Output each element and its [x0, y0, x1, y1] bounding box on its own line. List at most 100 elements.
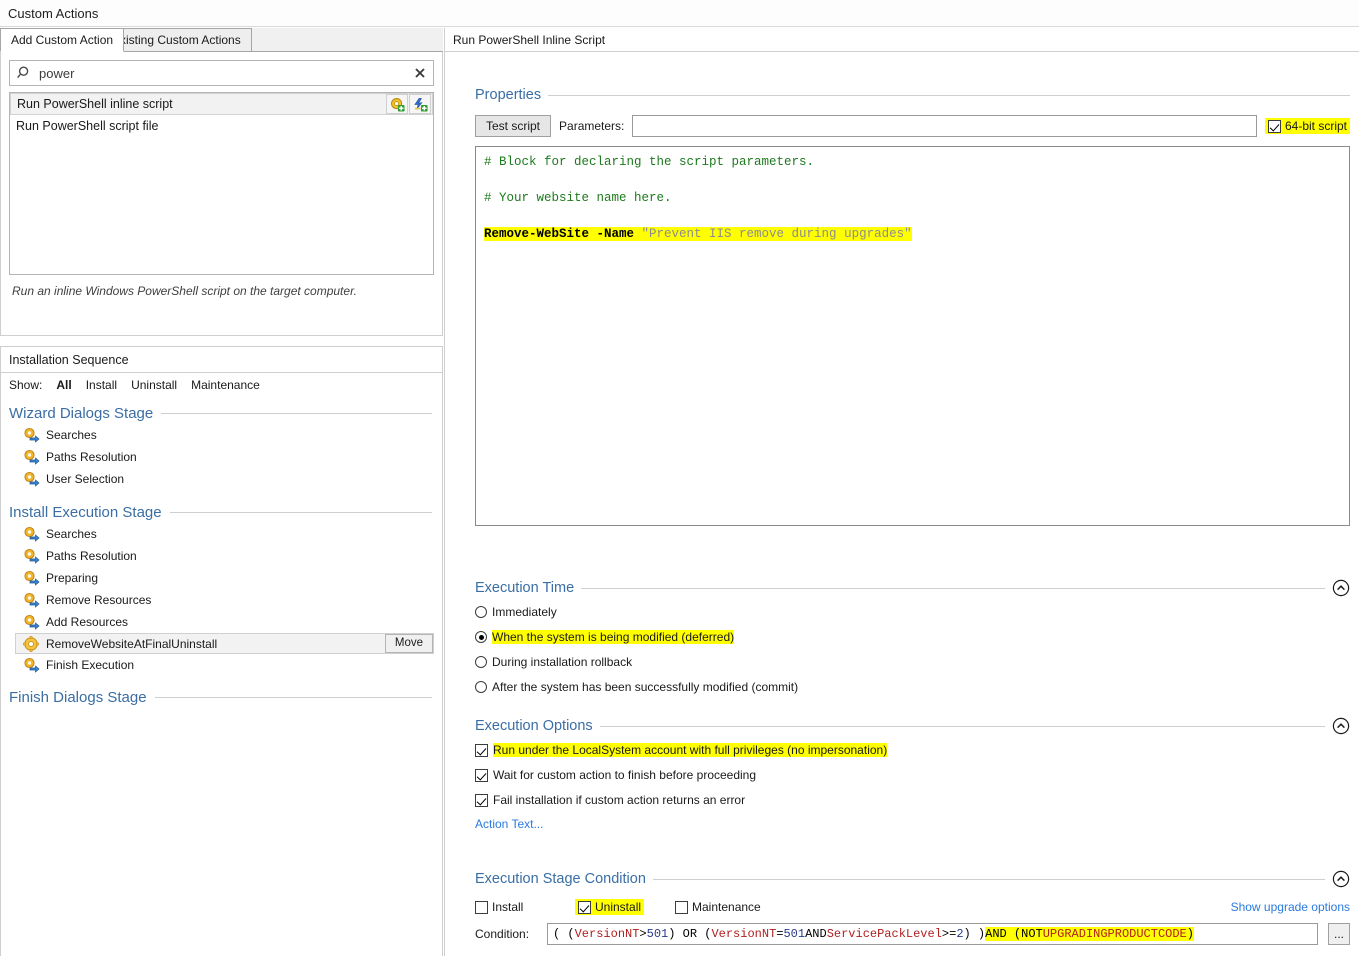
group-title: Execution Stage Condition — [475, 871, 646, 887]
list-item[interactable]: Run PowerShell script file — [10, 115, 433, 137]
divider — [161, 412, 432, 414]
chevron-up-circle-icon[interactable] — [1332, 870, 1350, 888]
chevron-up-circle-icon[interactable] — [1332, 579, 1350, 597]
action-gear-arrow-icon — [23, 592, 40, 608]
checkbox-label: Install — [492, 900, 524, 914]
radio-after-system-modified-commit[interactable]: After the system has been successfully m… — [475, 676, 1350, 698]
radio-label: During installation rollback — [492, 655, 633, 669]
show-filter-row: Show: All Install Uninstall Maintenance — [1, 373, 442, 397]
checkbox-install[interactable]: Install — [475, 900, 523, 914]
sequence-item-remove-resources[interactable]: Remove Resources — [1, 589, 442, 611]
condition-token: ( ( — [553, 927, 575, 941]
sequence-item-searches[interactable]: Searches — [1, 424, 442, 446]
test-script-button[interactable]: Test script — [475, 115, 552, 137]
execution-time-group-header: Execution Time — [475, 578, 1350, 598]
sequence-item-label: Paths Resolution — [46, 450, 137, 464]
group-title: Properties — [475, 87, 542, 103]
checkbox-box — [475, 900, 488, 914]
close-icon[interactable] — [413, 66, 427, 80]
condition-token: 2 — [956, 927, 964, 941]
condition-token: VersionNT — [711, 927, 777, 941]
execution-stage-condition-group-header: Execution Stage Condition — [475, 869, 1350, 889]
condition-token: 501 — [646, 927, 669, 941]
action-gear-arrow-icon — [23, 657, 40, 673]
filter-maintenance[interactable]: Maintenance — [191, 378, 260, 392]
search-icon — [16, 65, 32, 81]
checkbox-maintenance[interactable]: Maintenance — [675, 900, 761, 914]
search-box[interactable]: power — [9, 60, 434, 86]
radio-during-installation-rollback[interactable]: During installation rollback — [475, 651, 1350, 673]
stage-wizard-dialogs-items: Searches Paths Resolution User Selection — [1, 424, 442, 490]
condition-browse-button[interactable]: ... — [1328, 923, 1350, 945]
action-text-link[interactable]: Action Text... — [475, 817, 543, 831]
chevron-up-circle-icon[interactable] — [1332, 717, 1350, 735]
move-button[interactable]: Move — [384, 634, 433, 653]
script-editor[interactable]: # Block for declaring the script paramet… — [475, 146, 1350, 526]
sequence-item-label: RemoveWebsiteAtFinalUninstall — [46, 636, 218, 651]
checkbox-box — [475, 743, 488, 757]
checkbox-uninstall[interactable]: Uninstall — [575, 899, 645, 915]
stage-title: Wizard Dialogs Stage — [9, 404, 154, 422]
sequence-item-label: Searches — [46, 428, 97, 442]
action-gear-arrow-icon — [23, 471, 40, 487]
sequence-item-finish-execution[interactable]: Finish Execution — [1, 654, 442, 676]
properties-group-header: Properties — [475, 85, 1350, 105]
parameters-label: Parameters: — [559, 119, 625, 133]
condition-token: AND — [805, 927, 827, 941]
right-pane-title: Run PowerShell Inline Script — [453, 32, 606, 47]
show-upgrade-options-link[interactable]: Show upgrade options — [1231, 900, 1350, 914]
result-label: Run PowerShell inline script — [17, 97, 173, 111]
radio-immediately[interactable]: Immediately — [475, 601, 1350, 623]
sequence-item-label: User Selection — [46, 472, 125, 486]
search-input[interactable]: power — [32, 66, 413, 81]
sequence-item-label: Add Resources — [46, 615, 129, 629]
add-lightning-icon[interactable] — [409, 94, 431, 114]
checkbox-label: Fail installation if custom action retur… — [493, 793, 746, 807]
filter-uninstall[interactable]: Uninstall — [131, 378, 177, 392]
add-gear-icon[interactable] — [386, 94, 408, 114]
divider — [581, 587, 1325, 589]
sequence-item-removewebsiteatfinaluninstall[interactable]: RemoveWebsiteAtFinalUninstall Move — [15, 633, 434, 654]
checkbox-box — [578, 900, 591, 914]
condition-scope-row: Install Uninstall Maintenance Show upgra… — [475, 899, 1350, 915]
properties-group: Properties Test script Parameters: 64-bi… — [475, 85, 1350, 526]
sequence-item-user-selection[interactable]: User Selection — [1, 468, 442, 490]
sequence-item-searches[interactable]: Searches — [1, 523, 442, 545]
add-custom-action-panel: power Run PowerShell inline script Run P… — [0, 52, 443, 336]
execution-stage-condition-group: Execution Stage Condition Install Uninst… — [475, 869, 1350, 956]
action-gear-arrow-icon — [23, 548, 40, 564]
slot-uninstall: Uninstall — [575, 899, 675, 915]
installation-sequence-title: Installation Sequence — [9, 352, 129, 367]
sequence-item-add-resources[interactable]: Add Resources — [1, 611, 442, 633]
radio-button — [475, 656, 487, 668]
sequence-item-label: Searches — [46, 527, 97, 541]
sequence-item-paths-resolution[interactable]: Paths Resolution — [1, 446, 442, 468]
condition-token: ) ) — [963, 927, 986, 941]
tab-add-custom-action-label: Add Custom Action — [11, 33, 114, 47]
parameters-input[interactable] — [632, 115, 1257, 137]
checkbox-run-as-localsystem[interactable]: Run under the LocalSystem account with f… — [475, 739, 1350, 761]
sixtyfour-bit-script-checkbox[interactable]: 64-bit script — [1264, 118, 1350, 134]
filter-install[interactable]: Install — [86, 378, 117, 392]
divider — [169, 511, 432, 513]
divider — [154, 696, 432, 698]
condition-token: = — [776, 927, 784, 941]
group-title: Execution Options — [475, 718, 593, 734]
show-label: Show: — [9, 378, 43, 392]
tab-existing-custom-actions[interactable]: Existing Custom Actions — [102, 28, 252, 52]
radio-label: Immediately — [492, 605, 557, 619]
radio-button — [475, 631, 487, 643]
slot-install: Install — [475, 900, 575, 914]
right-pane: Run PowerShell Inline Script Properties … — [444, 28, 1359, 956]
checkbox-wait-for-custom-action[interactable]: Wait for custom action to finish before … — [475, 764, 1350, 786]
search-results-list[interactable]: Run PowerShell inline script Run PowerSh… — [9, 92, 434, 275]
tab-add-custom-action[interactable]: Add Custom Action — [0, 28, 125, 52]
radio-when-system-modified-deferred[interactable]: When the system is being modified (defer… — [475, 626, 1350, 648]
checkbox-label: Uninstall — [595, 900, 642, 914]
checkbox-fail-installation-on-error[interactable]: Fail installation if custom action retur… — [475, 789, 1350, 811]
filter-all[interactable]: All — [56, 378, 71, 392]
sequence-item-paths-resolution[interactable]: Paths Resolution — [1, 545, 442, 567]
sequence-item-preparing[interactable]: Preparing — [1, 567, 442, 589]
condition-input[interactable]: ( (VersionNT > 501) OR (VersionNT = 501 … — [547, 923, 1318, 945]
list-item[interactable]: Run PowerShell inline script — [10, 93, 433, 115]
